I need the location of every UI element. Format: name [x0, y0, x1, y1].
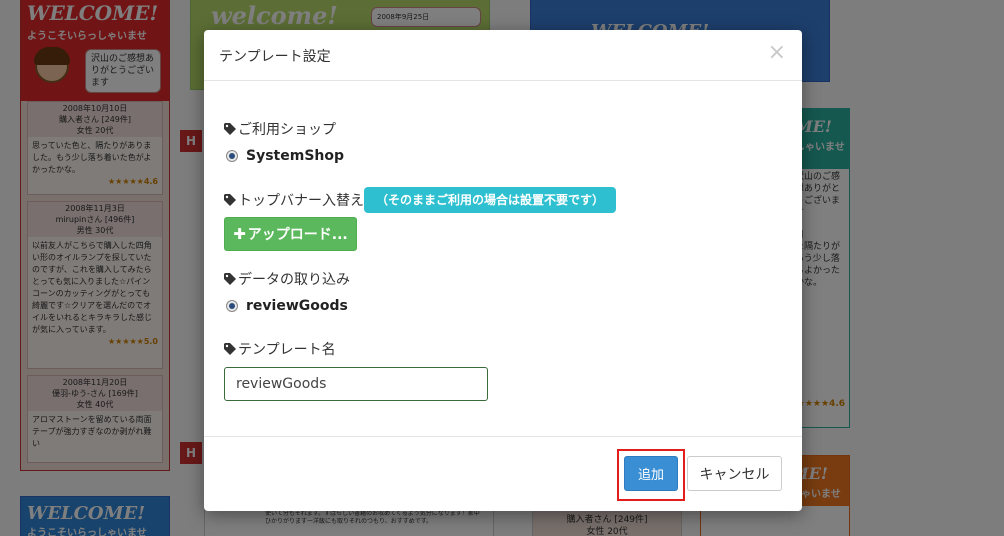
data-radio-option[interactable]: reviewGoods	[226, 298, 348, 314]
plus-icon: ✚	[233, 225, 246, 243]
dialog-header: テンプレート設定 ×	[204, 30, 802, 81]
cancel-button[interactable]: キャンセル	[687, 456, 782, 491]
shop-radio-option[interactable]: SystemShop	[226, 148, 344, 164]
banner-label: トップバナー入替え	[224, 190, 364, 210]
dialog-title: テンプレート設定	[219, 49, 331, 65]
tag-icon	[224, 123, 236, 135]
template-name-label: テンプレート名	[224, 339, 336, 359]
radio-button[interactable]	[226, 150, 238, 162]
dialog-footer: 追加 キャンセル	[204, 436, 802, 511]
tag-icon	[224, 343, 236, 355]
tag-icon	[224, 273, 236, 285]
upload-button[interactable]: ✚ アップロード...	[224, 217, 357, 251]
data-radio-label: reviewGoods	[246, 298, 348, 314]
data-import-label: データの取り込み	[224, 269, 350, 289]
close-icon[interactable]: ×	[768, 42, 786, 64]
banner-note-badge: （そのままご利用の場合は設置不要です）	[364, 187, 617, 213]
radio-button[interactable]	[226, 300, 238, 312]
add-button[interactable]: 追加	[624, 456, 678, 491]
shop-label: ご利用ショップ	[224, 119, 336, 139]
shop-radio-label: SystemShop	[246, 148, 345, 164]
tag-icon	[224, 194, 236, 206]
template-name-input[interactable]	[224, 367, 488, 401]
template-settings-dialog: テンプレート設定 × ご利用ショップ SystemShop トップバナー入替え …	[204, 30, 802, 511]
